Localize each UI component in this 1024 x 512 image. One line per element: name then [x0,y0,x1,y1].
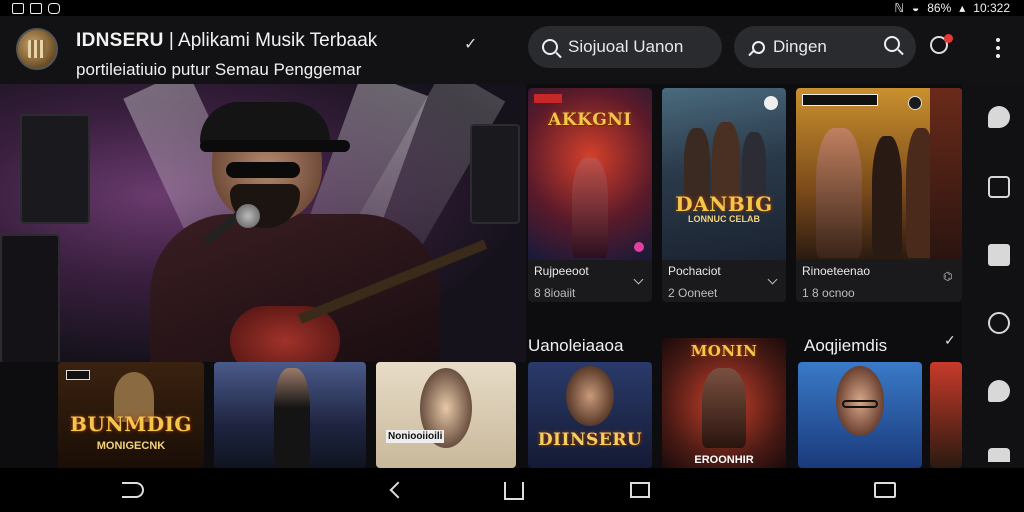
avatar[interactable] [16,28,58,70]
clock: 10:322 [973,1,1010,15]
poster-title: DANBIG [675,192,773,216]
app-subtitle: portileiatiuio putur Semau Penggemar [76,60,362,79]
notification-badge [944,34,953,43]
home-rail-icon[interactable] [988,448,1010,462]
album-subtitle: 8 8ioaiit [534,286,576,300]
chevron-left-icon[interactable] [389,481,407,499]
poster-title: MONIN [690,342,758,360]
album-card[interactable]: AKKGNI Rujpeeoot 8 8ioaiit [528,88,652,302]
navigation-bar [0,468,1024,512]
album-card[interactable]: BUNMDIG MONIGECNK [58,362,204,468]
home-icon[interactable] [504,482,524,500]
album-subtitle: 1 8 ocnoo [802,286,855,300]
album-card[interactable] [798,362,922,468]
album-tag [534,94,562,103]
poster-subtitle: MONIGECNK [96,440,166,452]
poster-subtitle: LONNUC CELAB [688,214,760,224]
section-title: Aoqjiemdis [804,336,888,355]
message-icon[interactable] [988,380,1010,402]
camera-icon [48,2,60,14]
poster-title: DIINSERU [537,430,643,450]
recents-icon[interactable] [630,482,650,498]
share-icon[interactable]: ⌬ [943,270,953,283]
album-title: Pochaciot [668,264,721,278]
image-icon [30,2,42,14]
poster-subtitle: Noniooiioili [386,430,445,443]
poster-subtitle: EROONHIR [694,454,754,466]
album-card[interactable]: DANBIG LONNUC CELAB Pochaciot 2 Ooneet [662,88,786,302]
more-options-icon[interactable] [996,38,1000,62]
section-title: Uanoleiaaoa [528,336,624,355]
notification-icon[interactable] [930,34,953,58]
nfc-icon: ℕ [894,1,904,15]
page-title: IDNSERU | Aplikami Musik Terbaak [76,30,377,52]
hero-banner[interactable] [0,84,526,362]
back-icon[interactable] [122,482,144,498]
album-title: Rinoeteenao [802,264,871,278]
album-title: Rujpeeoot [534,264,589,278]
check-icon[interactable]: ✓ [464,34,477,54]
app-header: IDNSERU | Aplikami Musik Terbaak portile… [0,16,1024,84]
signal-icon: ▴ [959,1,966,15]
chat-icon[interactable] [988,106,1010,128]
badge-icon [764,96,778,110]
screenshot-icon [12,2,24,14]
badge-icon [908,96,922,110]
album-card[interactable] [214,362,366,468]
genre-search-icon [752,40,765,54]
status-bar: ℕ ◒ 86% ▴ 10:322 [0,0,1024,16]
save-icon[interactable] [988,244,1010,266]
badge-icon [634,242,644,252]
overview-icon[interactable] [874,482,896,498]
search-input[interactable]: Siojuoal Uanon [528,26,722,68]
search-placeholder: Siojuoal Uanon [568,37,684,56]
poster-title: AKKGNI [548,110,632,130]
album-card[interactable]: Rinoeteenao 1 8 ocnoo ⌬ [796,88,962,302]
genre-filter-button[interactable]: Dingen [734,26,916,68]
album-tag [66,370,90,380]
poster-title: BUNMDIG [69,412,193,436]
album-card[interactable]: DIINSERU [528,362,652,468]
album-card[interactable]: MONIN EROONHIR [662,338,786,468]
search-icon[interactable] [884,36,900,52]
album-card[interactable] [930,362,962,468]
app-tagline: | Aplikami Musik Terbaak [168,30,378,51]
wifi-icon: ◒ [911,1,920,15]
album-tag [802,94,878,106]
library-icon[interactable] [988,176,1010,198]
album-subtitle: 2 Ooneet [668,286,718,300]
battery-text: 86% [927,1,952,15]
album-card[interactable]: Noniooiioili [376,362,516,468]
history-icon[interactable] [988,312,1010,334]
check-icon[interactable]: ✓ [944,332,956,349]
side-rail [962,84,1024,468]
genre-label: Dingen [773,37,827,56]
search-icon [542,39,558,55]
app-name: IDNSERU [76,30,164,51]
